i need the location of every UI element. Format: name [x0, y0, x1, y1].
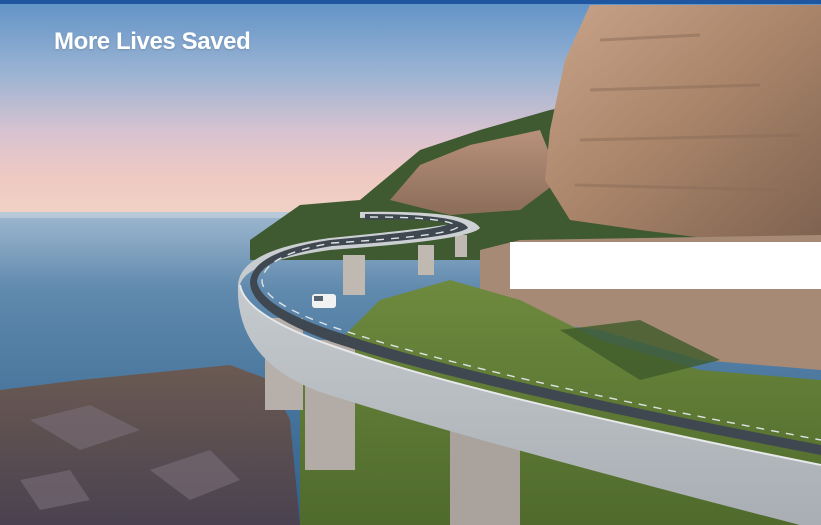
content-placeholder-box [510, 242, 821, 289]
hero-banner: More Lives Saved [0, 0, 821, 525]
top-accent-bar [0, 0, 821, 4]
hero-headline: More Lives Saved [54, 28, 251, 55]
